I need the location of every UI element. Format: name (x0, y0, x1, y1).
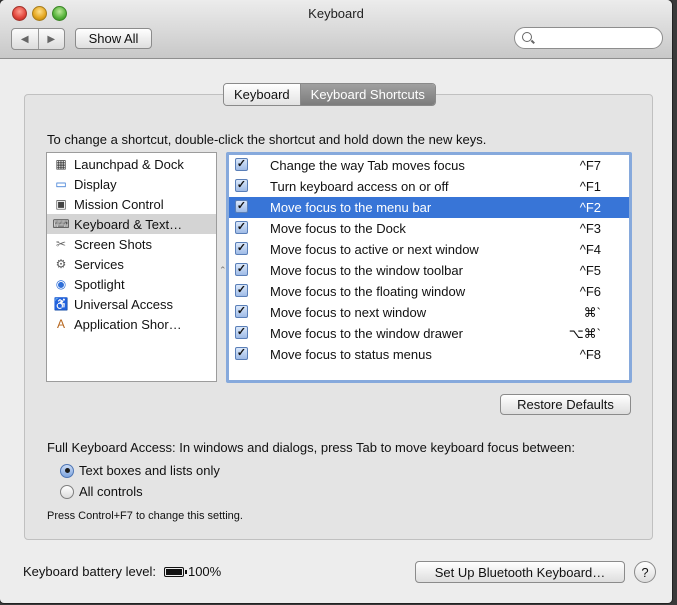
shortcut-checkbox[interactable]: ✓ (235, 158, 248, 171)
category-label: Spotlight (74, 276, 125, 292)
shortcut-row[interactable]: ✓ Move focus to the window drawer ⌥⌘` (229, 323, 629, 344)
title-bar: Keyboard ◀ ▶ Show All (0, 0, 672, 59)
shortcut-label: Move focus to the window drawer (270, 326, 463, 341)
shortcut-keys[interactable]: ^F8 (580, 347, 601, 362)
shortcut-keys[interactable]: ^F1 (580, 179, 601, 194)
window-title: Keyboard (308, 6, 364, 21)
category-item[interactable]: ◉ Spotlight (47, 274, 216, 294)
show-all-button[interactable]: Show All (75, 28, 152, 49)
battery-value: 100% (187, 564, 222, 579)
back-forward-control: ◀ ▶ (11, 28, 65, 50)
category-list[interactable]: ▦ Launchpad & Dock ▭ Display ▣ Mission Contro… (46, 152, 217, 382)
battery-level: Keyboard battery level: 100% (23, 564, 221, 579)
shortcut-checkbox[interactable]: ✓ (235, 347, 248, 360)
restore-defaults-button[interactable]: Restore Defaults (500, 394, 631, 415)
radio-label: Text boxes and lists only (79, 463, 220, 478)
mission-control-icon: ▣ (55, 197, 67, 211)
shortcut-label: Move focus to the menu bar (270, 200, 432, 215)
shortcut-row[interactable]: ✓ Move focus to next window ⌘` (229, 302, 629, 323)
shortcut-checkbox[interactable]: ✓ (235, 221, 248, 234)
category-label: Launchpad & Dock (74, 156, 184, 172)
shortcut-row[interactable]: ✓ Change the way Tab moves focus ^F7 (229, 155, 629, 176)
shortcut-keys[interactable]: ^F5 (580, 263, 601, 278)
shortcut-checkbox[interactable]: ✓ (235, 263, 248, 276)
category-item[interactable]: ▭ Display (47, 174, 216, 194)
battery-label: Keyboard battery level: (23, 564, 156, 579)
shortcut-row[interactable]: ✓ Move focus to status menus ^F8 (229, 344, 629, 365)
universal-access-icon: ♿ (53, 297, 69, 311)
shortcut-label: Move focus to next window (270, 305, 427, 320)
battery-icon (163, 566, 187, 577)
category-label: Mission Control (74, 196, 164, 212)
spotlight-icon: ◉ (55, 277, 67, 291)
radio-button[interactable] (60, 463, 74, 478)
category-item[interactable]: ⚙ Services (47, 254, 216, 274)
tab-keyboard-shortcuts[interactable]: Keyboard Shortcuts (299, 84, 435, 105)
category-label: Universal Access (74, 296, 173, 312)
search-icon (522, 32, 532, 42)
shortcut-keys[interactable]: ⌥⌘` (569, 326, 601, 342)
category-item[interactable]: ✂ Screen Shots (47, 234, 216, 254)
keyboard-icon: ⌨ (52, 217, 70, 231)
category-label: Services (74, 256, 124, 272)
instructions-text: To change a shortcut, double-click the s… (47, 132, 487, 147)
shortcut-checkbox[interactable]: ✓ (235, 284, 248, 297)
shortcut-checkbox[interactable]: ✓ (235, 179, 248, 192)
category-item[interactable]: ▦ Launchpad & Dock (47, 154, 216, 174)
shortcut-label: Move focus to the window toolbar (270, 263, 463, 278)
shortcut-keys[interactable]: ^F7 (580, 158, 601, 173)
radio-button[interactable] (60, 484, 74, 499)
category-item[interactable]: ▣ Mission Control (47, 194, 216, 214)
category-label: Application Shor… (74, 316, 182, 332)
full-keyboard-access-label: Full Keyboard Access: In windows and dia… (47, 440, 575, 455)
forward-icon[interactable]: ▶ (39, 29, 65, 49)
shortcut-row[interactable]: ✓ Move focus to the floating window ^F6 (229, 281, 629, 302)
shortcut-label: Move focus to active or next window (270, 242, 479, 257)
shortcut-row[interactable]: ✓ Turn keyboard access on or off ^F1 (229, 176, 629, 197)
display-icon: ▭ (55, 177, 67, 191)
shortcut-label: Change the way Tab moves focus (270, 158, 465, 173)
shortcut-row[interactable]: ✓ Move focus to the window toolbar ^F5 (229, 260, 629, 281)
back-icon[interactable]: ◀ (12, 29, 39, 49)
shortcut-label: Turn keyboard access on or off (270, 179, 449, 194)
shortcut-checkbox[interactable]: ✓ (235, 326, 248, 339)
radio-label: All controls (79, 484, 143, 499)
shortcut-row[interactable]: ✓ Move focus to active or next window ^F4 (229, 239, 629, 260)
shortcut-checkbox[interactable]: ✓ (235, 305, 248, 318)
shortcut-keys[interactable]: ^F6 (580, 284, 601, 299)
shortcut-row[interactable]: ✓ Move focus to the menu bar ^F2 (229, 197, 629, 218)
set-up-bluetooth-keyboard-button[interactable]: Set Up Bluetooth Keyboard… (415, 561, 625, 583)
shortcut-label: Move focus to the floating window (270, 284, 466, 299)
shortcut-keys[interactable]: ⌘` (584, 305, 601, 321)
category-item[interactable]: ♿ Universal Access (47, 294, 216, 314)
shortcut-keys[interactable]: ^F3 (580, 221, 601, 236)
shortcut-label: Move focus to the Dock (270, 221, 406, 236)
search-field[interactable] (514, 27, 663, 49)
category-label: Screen Shots (74, 236, 153, 252)
keyboard-preferences-window: Keyboard ◀ ▶ Show All Keyboard Keyboard … (0, 0, 672, 603)
shortcut-keys[interactable]: ^F4 (580, 242, 601, 257)
tab-control: Keyboard Keyboard Shortcuts (223, 83, 436, 106)
launchpad-icon: ▦ (55, 157, 67, 171)
gear-icon: ⚙ (55, 257, 67, 271)
category-item[interactable]: A Application Shor… (47, 314, 216, 334)
radio-text-boxes-only[interactable]: Text boxes and lists only (60, 463, 220, 478)
radio-all-controls[interactable]: All controls (60, 484, 143, 499)
screenshot-icon: ✂ (55, 237, 67, 251)
shortcut-checkbox[interactable]: ✓ (235, 242, 248, 255)
shortcut-label: Move focus to status menus (270, 347, 432, 362)
category-label: Keyboard & Text… (74, 216, 183, 232)
tab-keyboard[interactable]: Keyboard (224, 84, 300, 105)
shortcut-keys[interactable]: ^F2 (580, 200, 601, 215)
category-label: Display (74, 176, 117, 192)
help-button[interactable]: ? (634, 561, 656, 583)
category-item[interactable]: ⌨ Keyboard & Text… (47, 214, 216, 234)
application-shortcuts-icon: A (56, 317, 65, 331)
search-input[interactable] (537, 30, 661, 48)
shortcut-row[interactable]: ✓ Move focus to the Dock ^F3 (229, 218, 629, 239)
shortcut-list[interactable]: ✓ Change the way Tab moves focus ^F7 ✓ Turn … (226, 152, 632, 383)
shortcut-checkbox[interactable]: ✓ (235, 200, 248, 213)
full-keyboard-access-hint: Press Control+F7 to change this setting. (47, 510, 243, 522)
